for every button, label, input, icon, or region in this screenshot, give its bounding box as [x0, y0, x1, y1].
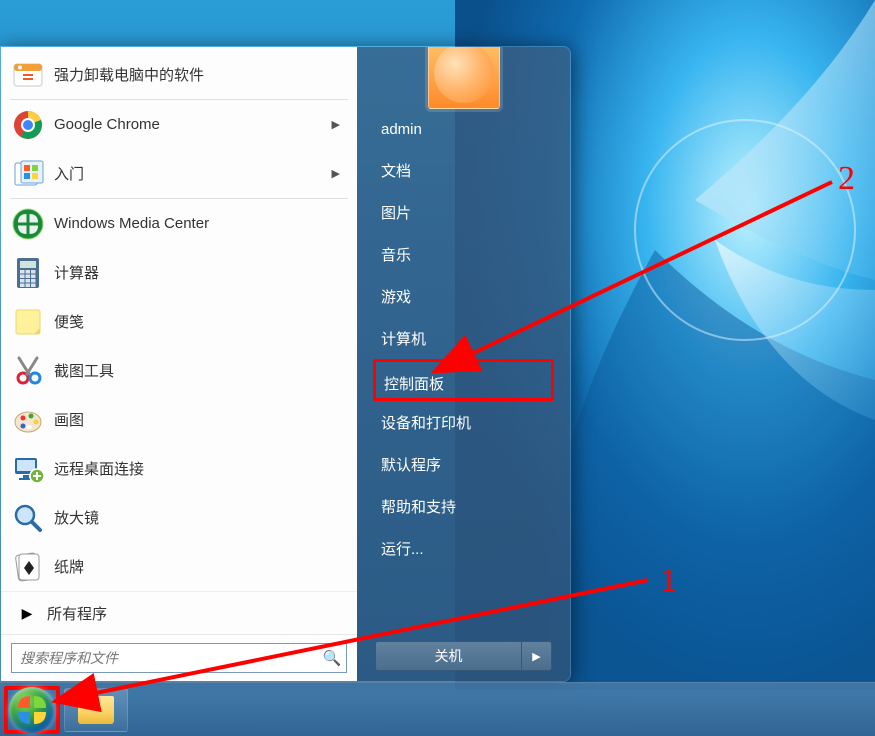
- shutdown-row: 关机 ▶: [375, 641, 552, 671]
- taskbar-pinned-explorer[interactable]: [64, 688, 128, 732]
- all-programs[interactable]: ▶ 所有程序: [1, 591, 357, 634]
- program-label: Google Chrome: [54, 116, 332, 133]
- right-link-0[interactable]: admin: [373, 107, 554, 149]
- right-link-1[interactable]: 文档: [373, 149, 554, 191]
- program-item-magnifier[interactable]: 放大镜: [4, 493, 354, 542]
- program-label: Windows Media Center: [54, 215, 350, 232]
- program-label: 计算器: [54, 262, 350, 283]
- programs-list: 强力卸载电脑中的软件 Google Chrome ▶ 入门 ▶ Windows …: [1, 47, 357, 591]
- snipping-icon: [8, 351, 48, 391]
- start-orb-icon: [9, 687, 55, 733]
- program-item-uninstall[interactable]: 强力卸载电脑中的软件: [4, 50, 354, 99]
- program-item-paint[interactable]: 画图: [4, 395, 354, 444]
- right-link-7[interactable]: 设备和打印机: [373, 401, 554, 443]
- calculator-icon: [8, 253, 48, 293]
- right-link-10[interactable]: 运行...: [373, 527, 554, 569]
- annotation-label-1: 1: [660, 562, 677, 600]
- search-icon: 🔍: [318, 649, 346, 667]
- right-link-3[interactable]: 音乐: [373, 233, 554, 275]
- folder-icon: [78, 696, 114, 724]
- uninstall-icon: [8, 55, 48, 95]
- submenu-arrow-icon: ▶: [332, 118, 340, 131]
- magnifier-icon: [8, 498, 48, 538]
- program-label: 画图: [54, 409, 350, 430]
- program-item-chrome[interactable]: Google Chrome ▶: [4, 100, 354, 149]
- avatar[interactable]: [428, 46, 500, 109]
- chrome-icon: [8, 105, 48, 145]
- getting-started-icon: [8, 154, 48, 194]
- paint-icon: [8, 400, 48, 440]
- program-label: 远程桌面连接: [54, 458, 350, 479]
- start-button[interactable]: [4, 686, 60, 734]
- right-link-5[interactable]: 计算机: [373, 317, 554, 359]
- annotation-label-2: 2: [838, 160, 855, 198]
- right-link-9[interactable]: 帮助和支持: [373, 485, 554, 527]
- shutdown-button[interactable]: 关机: [375, 641, 522, 671]
- program-item-remote-desktop[interactable]: 远程桌面连接: [4, 444, 354, 493]
- program-item-calculator[interactable]: 计算器: [4, 248, 354, 297]
- wmc-icon: [8, 204, 48, 244]
- search-box[interactable]: 🔍: [11, 643, 347, 673]
- right-link-8[interactable]: 默认程序: [373, 443, 554, 485]
- program-item-wmc[interactable]: Windows Media Center: [4, 199, 354, 248]
- program-label: 入门: [54, 163, 332, 184]
- program-item-solitaire[interactable]: 纸牌: [4, 542, 354, 591]
- program-label: 便笺: [54, 311, 350, 332]
- program-label: 截图工具: [54, 360, 350, 381]
- program-label: 纸牌: [54, 556, 350, 577]
- submenu-arrow-icon: ▶: [332, 167, 340, 180]
- program-item-sticky-notes[interactable]: 便笺: [4, 297, 354, 346]
- start-menu-left-panel: 强力卸载电脑中的软件 Google Chrome ▶ 入门 ▶ Windows …: [1, 47, 357, 681]
- start-menu-right-panel: admin文档图片音乐游戏计算机控制面板设备和打印机默认程序帮助和支持运行...…: [357, 47, 570, 681]
- program-item-snipping[interactable]: 截图工具: [4, 346, 354, 395]
- program-label: 放大镜: [54, 507, 350, 528]
- remote-desktop-icon: [8, 449, 48, 489]
- start-menu: 强力卸载电脑中的软件 Google Chrome ▶ 入门 ▶ Windows …: [0, 46, 571, 682]
- taskbar: [0, 682, 875, 736]
- right-link-2[interactable]: 图片: [373, 191, 554, 233]
- search-input[interactable]: [12, 650, 318, 666]
- solitaire-icon: [8, 547, 48, 587]
- all-programs-label: 所有程序: [47, 603, 107, 624]
- search-wrap: 🔍: [1, 634, 357, 681]
- program-item-getting-started[interactable]: 入门 ▶: [4, 149, 354, 198]
- program-label: 强力卸载电脑中的软件: [54, 64, 350, 85]
- shutdown-options-arrow[interactable]: ▶: [522, 641, 552, 671]
- right-link-6[interactable]: 控制面板: [373, 359, 554, 401]
- right-links: admin文档图片音乐游戏计算机控制面板设备和打印机默认程序帮助和支持运行...: [357, 107, 570, 569]
- all-programs-arrow-icon: ▶: [7, 605, 47, 622]
- right-link-4[interactable]: 游戏: [373, 275, 554, 317]
- sticky-notes-icon: [8, 302, 48, 342]
